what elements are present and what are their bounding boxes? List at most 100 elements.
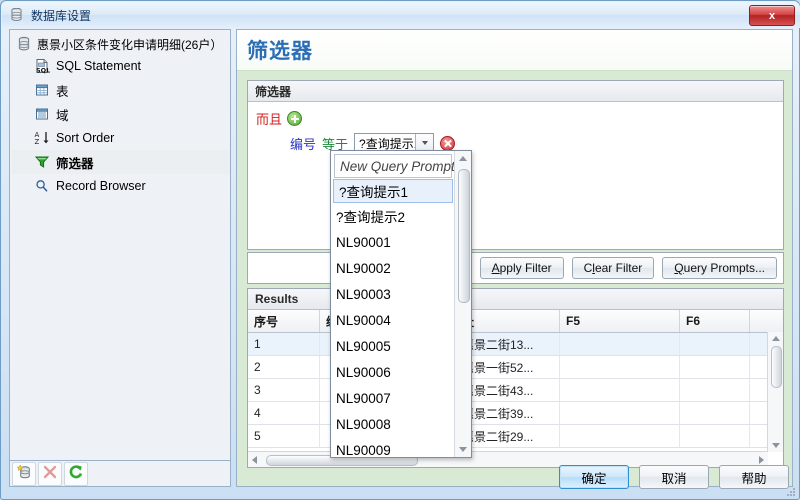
conjunction-label[interactable]: 而且 [256, 109, 282, 128]
sidebar-item-label: 域 [56, 108, 69, 123]
red-delete-icon[interactable] [440, 135, 456, 151]
cell-seq: 4 [248, 402, 320, 424]
results-vertical-scrollbar[interactable] [767, 332, 783, 452]
navigation-pane: 惠景小区条件变化申请明细(26户） SQL SQL Statement 表 域 … [9, 29, 231, 461]
column-header-f5[interactable]: F5 [560, 310, 680, 332]
dialog-client-area: 惠景小区条件变化申请明细(26户） SQL SQL Statement 表 域 … [6, 29, 796, 491]
delete-database-button[interactable] [38, 461, 62, 486]
table-row[interactable]: 1 禅城区惠景二街13... [248, 333, 783, 356]
tree-root-node[interactable]: 惠景小区条件变化申请明细(26户） [12, 34, 230, 54]
dropdown-item[interactable]: NL90007 [331, 385, 455, 411]
ok-button[interactable]: 确定 [559, 465, 629, 489]
dropdown-item[interactable]: ?查询提示2 [331, 203, 455, 229]
vertical-scroll-thumb[interactable] [771, 346, 782, 388]
scroll-left-icon[interactable] [248, 452, 261, 467]
sql-document-icon: SQL [34, 58, 50, 75]
tree-root-label: 惠景小区条件变化申请明细(26户） [37, 37, 223, 52]
new-database-button[interactable] [12, 461, 36, 486]
pane-header: 筛选器 [237, 30, 792, 71]
help-button[interactable]: 帮助 [719, 465, 789, 489]
scroll-down-icon[interactable] [768, 439, 783, 452]
window-title: 数据库设置 [31, 8, 92, 23]
cell-seq: 5 [248, 425, 320, 447]
cancel-button[interactable]: 取消 [639, 465, 709, 489]
column-header-f6[interactable]: F6 [680, 310, 750, 332]
dropdown-item[interactable]: NL90003 [331, 281, 455, 307]
funnel-filter-icon [34, 154, 50, 170]
magnifier-icon [34, 178, 50, 194]
green-refresh-icon [68, 464, 84, 483]
dropdown-scrollbar[interactable] [454, 151, 471, 457]
dropdown-item[interactable]: NL90001 [331, 229, 455, 255]
dropdown-list[interactable]: New Query Prompt... ?查询提示1 ?查询提示2 NL9000… [331, 151, 455, 457]
cell-f6 [680, 379, 750, 401]
dropdown-item[interactable]: NL90004 [331, 307, 455, 333]
cell-f6 [680, 425, 750, 447]
table-icon [34, 82, 50, 98]
filter-pane: 筛选器 筛选器 而且 编号 等于 ?查询提示1 A pply Filter C … [236, 29, 793, 487]
query-prompts-label: uery Prompts... [683, 261, 765, 275]
scroll-up-icon[interactable] [455, 151, 471, 166]
dropdown-item[interactable]: NL90006 [331, 359, 455, 385]
condition-value-text: ?查询提示1 [359, 136, 421, 151]
table-row[interactable]: 5 禅城区惠景二街29... [248, 425, 783, 448]
cell-f5 [560, 402, 680, 424]
clear-filter-pre: C [583, 261, 593, 275]
query-prompt-dropdown[interactable]: New Query Prompt... ?查询提示1 ?查询提示2 NL9000… [330, 150, 472, 458]
ok-button-label: 确定 [581, 471, 607, 486]
cell-f5 [560, 333, 680, 355]
close-icon: x [768, 9, 776, 22]
resize-grip[interactable] [786, 487, 796, 497]
results-grid[interactable]: 序号 编号 房屋地址 F5 F6 1 禅城区惠景二街13... [248, 310, 783, 467]
cell-f5 [560, 425, 680, 447]
scroll-down-icon[interactable] [455, 442, 471, 457]
sidebar-item-tables[interactable]: 表 [12, 78, 230, 102]
sidebar-item-fields[interactable]: 域 [12, 102, 230, 126]
refresh-button[interactable] [64, 461, 88, 486]
sidebar-item-filter[interactable]: 筛选器 [12, 150, 230, 174]
close-button[interactable]: x [749, 5, 795, 26]
cell-seq: 3 [248, 379, 320, 401]
page-title: 筛选器 [247, 40, 313, 63]
condition-field-label[interactable]: 编号 [290, 134, 316, 153]
clear-filter-button[interactable]: Cl ear Filter [571, 257, 655, 279]
filter-group-box: 筛选器 而且 编号 等于 ?查询提示1 [247, 80, 784, 250]
dropdown-item[interactable]: NL90009 [331, 437, 455, 458]
navigation-toolbar [9, 461, 231, 487]
help-button-label: 帮助 [741, 471, 767, 486]
cancel-button-label: 取消 [661, 471, 687, 486]
table-row[interactable]: 4 禅城区惠景二街39... [248, 402, 783, 425]
dropdown-item[interactable]: ?查询提示1 [333, 179, 453, 203]
results-group-body: 序号 编号 房屋地址 F5 F6 1 禅城区惠景二街13... [248, 310, 783, 467]
results-group-header: Results [248, 289, 783, 310]
sidebar-item-sort-order[interactable]: A Z Sort Order [12, 126, 230, 150]
cell-f6 [680, 402, 750, 424]
dropdown-new-query-prompt-item[interactable]: New Query Prompt... [334, 154, 455, 178]
sidebar-item-record-browser[interactable]: Record Browser [12, 174, 230, 198]
database-icon [16, 36, 32, 52]
cell-seq: 2 [248, 356, 320, 378]
apply-filter-label: pply Filter [499, 261, 552, 275]
cell-f5 [560, 379, 680, 401]
table-row[interactable]: 3 禅城区惠景二街43... [248, 379, 783, 402]
sidebar-item-sql-statement[interactable]: SQL SQL Statement [12, 54, 230, 78]
dropdown-item[interactable]: NL90005 [331, 333, 455, 359]
column-header-seq[interactable]: 序号 [248, 310, 320, 332]
sidebar-item-label: 表 [56, 84, 69, 99]
sidebar-item-label: Sort Order [56, 131, 115, 145]
dropdown-scroll-thumb[interactable] [458, 169, 470, 303]
dropdown-item[interactable]: NL90002 [331, 255, 455, 281]
dropdown-item[interactable]: NL90008 [331, 411, 455, 437]
results-grid-header: 序号 编号 房屋地址 F5 F6 [248, 310, 783, 333]
query-prompts-accel: Q [674, 261, 684, 275]
apply-filter-button[interactable]: Apply Filter [479, 257, 564, 279]
table-row[interactable]: 2 禅城区惠景一街52... [248, 356, 783, 379]
database-settings-window: 数据库设置 x 惠景小区条件变化申请明细(26户） SQL SQL Statem… [0, 0, 800, 500]
sidebar-item-label: 筛选器 [56, 156, 94, 171]
scroll-up-icon[interactable] [768, 332, 783, 345]
svg-text:Z: Z [35, 138, 40, 146]
results-group-box: Results 序号 编号 房屋地址 F5 F6 1 [247, 288, 784, 468]
query-prompts-button[interactable]: Query Prompts... [662, 257, 777, 279]
green-plus-icon[interactable] [287, 111, 303, 126]
filter-group-header: 筛选器 [248, 81, 783, 102]
